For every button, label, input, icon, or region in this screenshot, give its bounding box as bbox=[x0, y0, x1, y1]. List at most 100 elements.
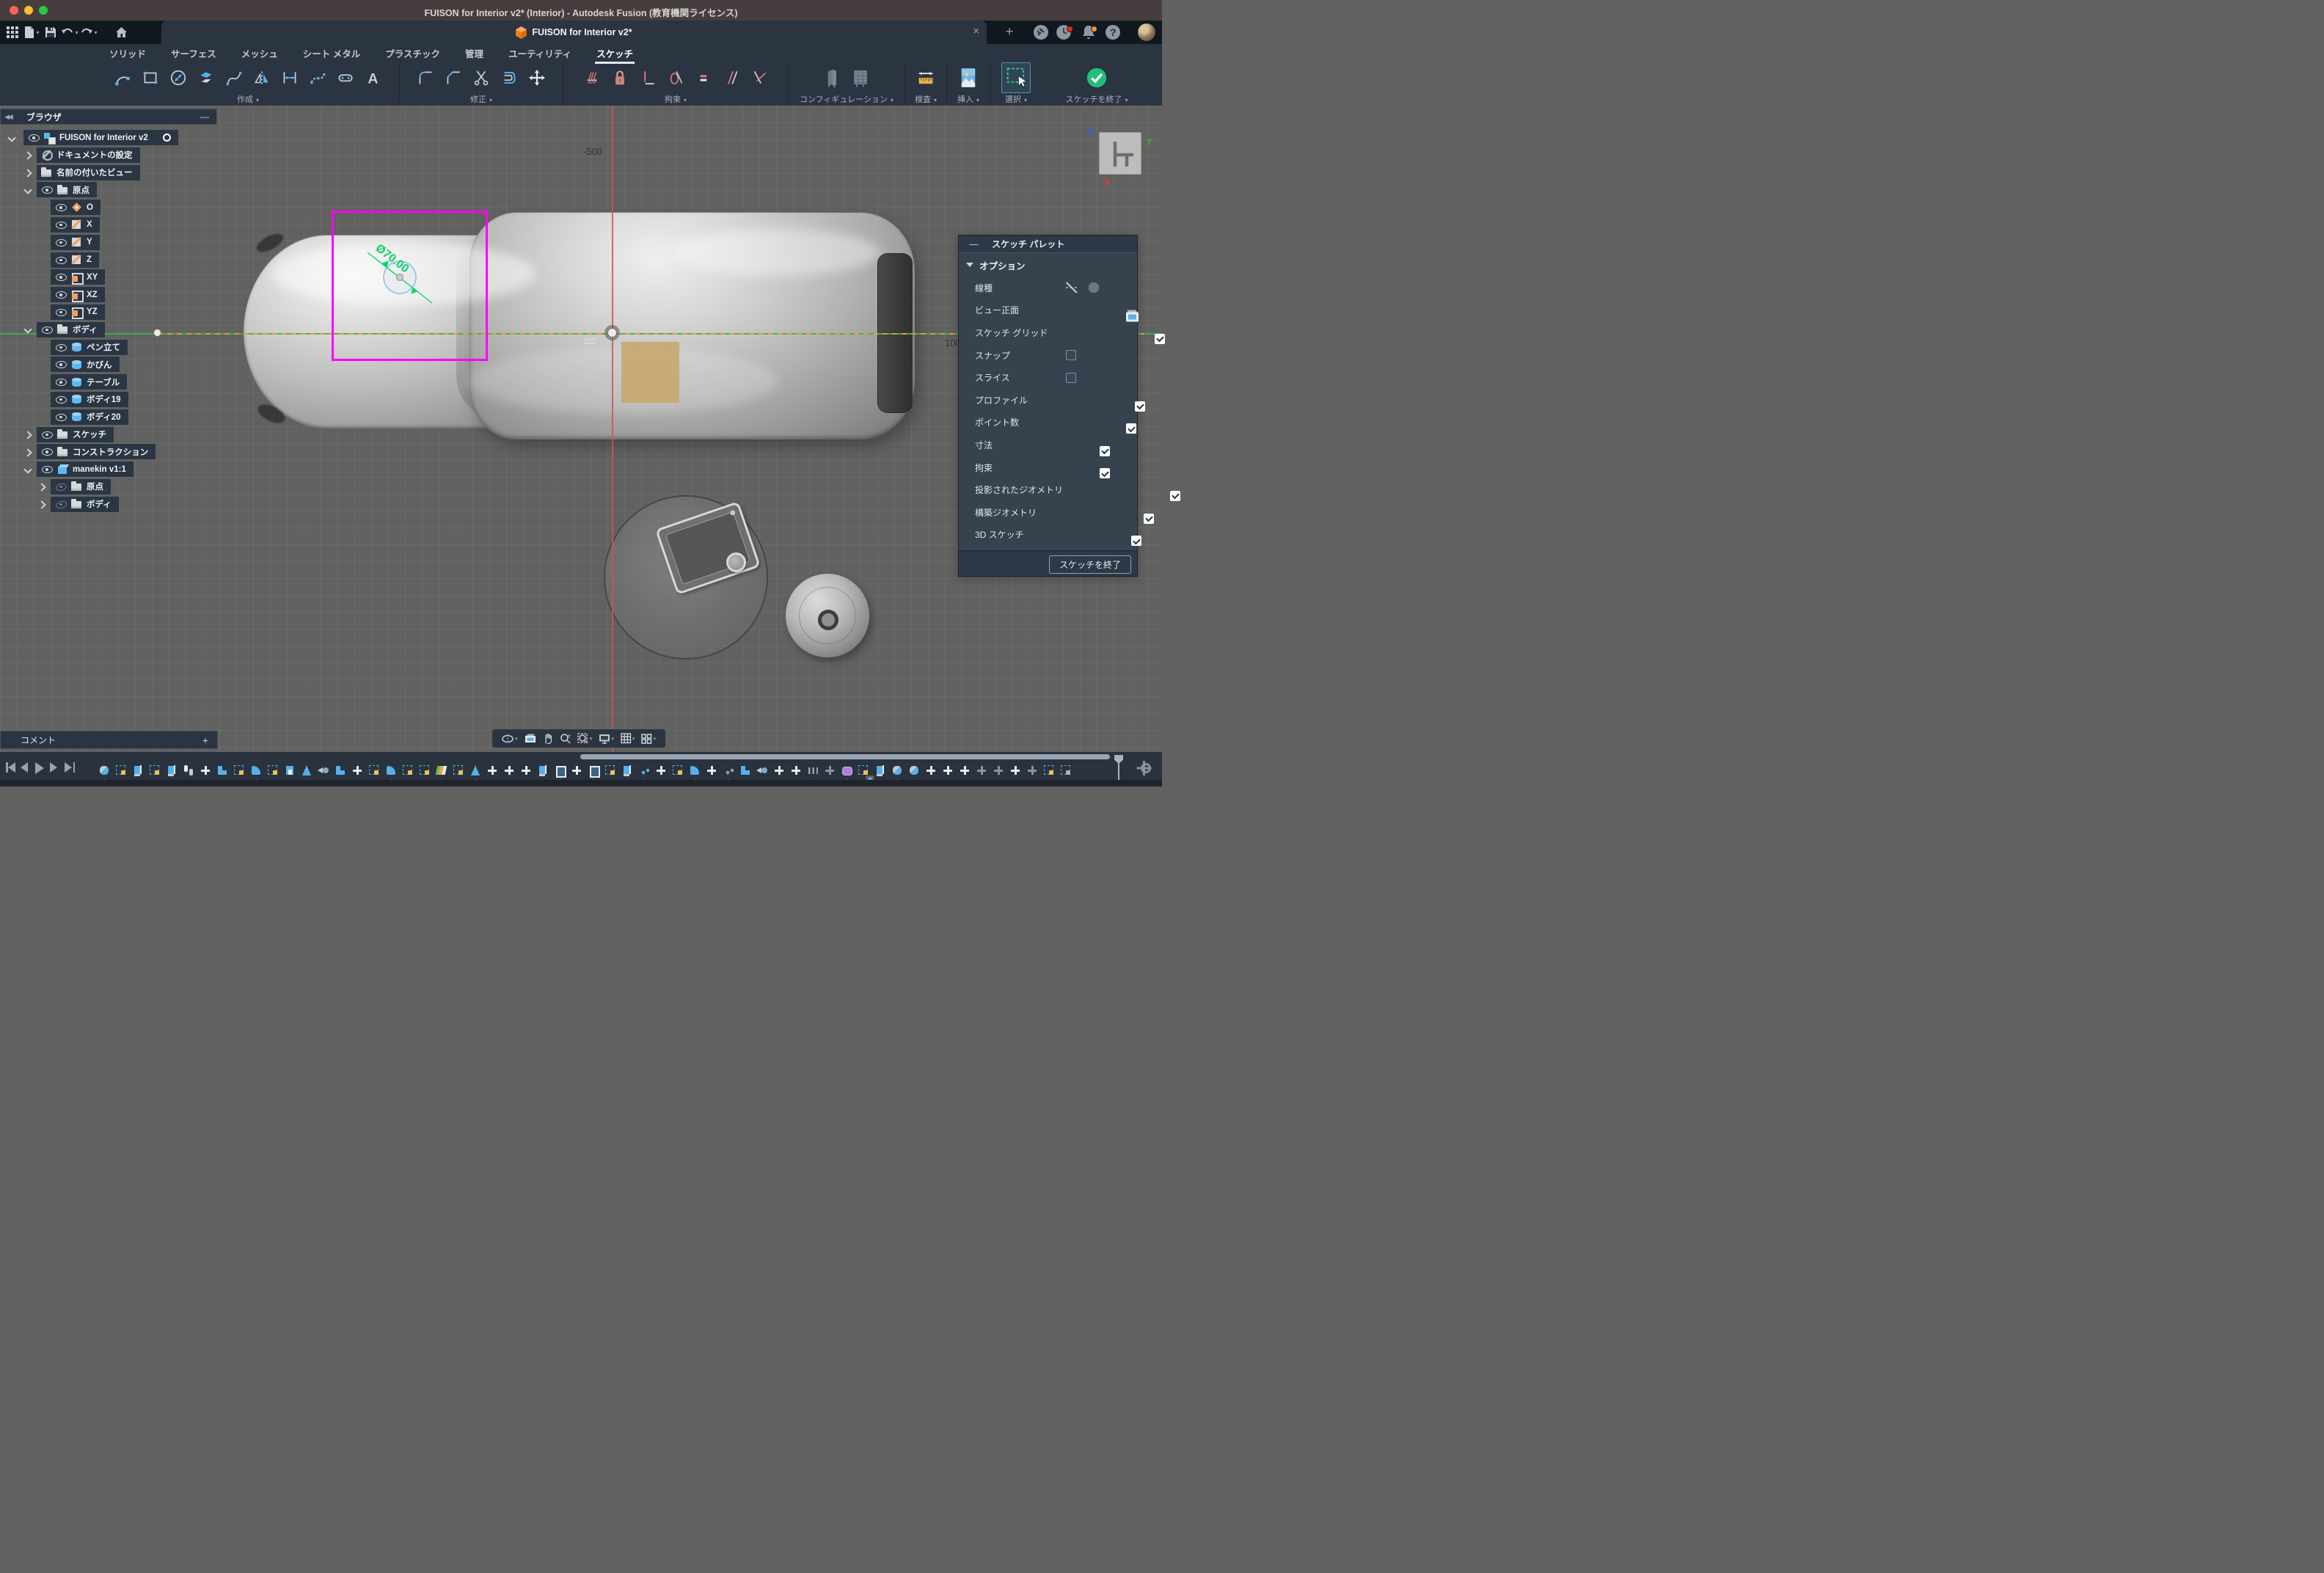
look-at-icon[interactable] bbox=[525, 734, 536, 743]
grid-display-caret[interactable]: ▾ bbox=[632, 736, 635, 742]
visibility-eye-icon[interactable] bbox=[55, 413, 67, 421]
select-group-label[interactable]: 選択 ▾ bbox=[1005, 93, 1027, 105]
option-control[interactable] bbox=[1126, 423, 1136, 434]
viewcube-x-axis-label[interactable]: X bbox=[1104, 176, 1111, 187]
timeline-feature-icon[interactable] bbox=[98, 764, 110, 776]
minimize-panel-icon[interactable]: — bbox=[200, 113, 209, 120]
expand-collapse-arrow[interactable] bbox=[39, 292, 45, 298]
option-control[interactable] bbox=[1126, 312, 1139, 321]
browser-tree-row[interactable]: Z bbox=[0, 252, 178, 268]
configuration-group-label[interactable]: コンフィギュレーション ▾ bbox=[800, 93, 894, 105]
equal-constraint-icon[interactable] bbox=[693, 65, 715, 90]
timeline-feature-icon[interactable] bbox=[841, 764, 852, 776]
browser-tree-row[interactable]: ペン立て bbox=[0, 340, 178, 355]
browser-tree-row[interactable]: O bbox=[0, 200, 178, 215]
timeline-feature-icon[interactable] bbox=[1026, 764, 1038, 776]
timeline-settings-gear-icon[interactable] bbox=[1139, 761, 1153, 775]
viewcube-y-axis-label[interactable]: Y bbox=[1146, 136, 1152, 147]
diameter-dimension[interactable]: Ø70.00 bbox=[334, 230, 451, 318]
finish-sketch-check-icon[interactable] bbox=[1086, 65, 1108, 90]
expand-collapse-arrow[interactable] bbox=[39, 344, 45, 350]
browser-tree-row[interactable]: YZ bbox=[0, 304, 178, 320]
ribbon-tab[interactable]: メッシュ bbox=[229, 46, 290, 60]
expand-collapse-arrow[interactable] bbox=[25, 467, 31, 472]
option-control[interactable] bbox=[1066, 373, 1076, 383]
option-control[interactable] bbox=[1131, 536, 1141, 546]
expand-collapse-arrow[interactable] bbox=[25, 449, 31, 455]
add-tab-icon[interactable]: + bbox=[1000, 23, 1019, 41]
timeline-feature-icon[interactable] bbox=[706, 764, 717, 776]
timeline-feature-icon[interactable] bbox=[284, 764, 296, 776]
text-tool-icon[interactable]: A bbox=[362, 65, 384, 90]
window-zoom-caret[interactable]: ▾ bbox=[590, 736, 593, 742]
timeline-feature-icon[interactable] bbox=[537, 764, 549, 776]
user-avatar[interactable] bbox=[1137, 23, 1156, 42]
timeline-feature-icon[interactable] bbox=[689, 764, 701, 776]
timeline-feature-icon[interactable] bbox=[790, 764, 802, 776]
notifications-bell-icon[interactable] bbox=[1079, 23, 1098, 41]
fix-constraint-icon[interactable] bbox=[581, 65, 603, 90]
insert-group-label[interactable]: 挿入 ▾ bbox=[957, 93, 979, 105]
timeline-scroll-track[interactable] bbox=[0, 780, 1162, 786]
step-back-button[interactable] bbox=[21, 762, 31, 773]
pen-holder-top-view[interactable] bbox=[726, 552, 746, 572]
expand-collapse-arrow[interactable] bbox=[39, 501, 45, 507]
visibility-eye-icon[interactable] bbox=[41, 186, 53, 194]
timeline-feature-icon[interactable] bbox=[908, 764, 920, 776]
timeline-feature-icon[interactable] bbox=[571, 764, 582, 776]
timeline-feature-icon[interactable] bbox=[301, 764, 313, 776]
viewports-icon[interactable]: ▾ bbox=[641, 734, 656, 744]
ribbon-tab[interactable]: サーフェス bbox=[158, 46, 229, 60]
timeline-feature-icon[interactable] bbox=[942, 764, 954, 776]
parallel-constraint-icon[interactable] bbox=[720, 65, 742, 90]
visibility-eye-icon[interactable] bbox=[41, 326, 53, 334]
ribbon-tab[interactable]: プラスチック bbox=[373, 46, 453, 60]
timeline-feature-icon[interactable] bbox=[267, 764, 279, 776]
visibility-eye-icon[interactable] bbox=[55, 378, 67, 386]
timeline-feature-icon[interactable] bbox=[993, 764, 1004, 776]
timeline-feature-icon[interactable] bbox=[891, 764, 903, 776]
redo-icon[interactable]: ▾ bbox=[79, 23, 98, 41]
viewcube-z-axis-label[interactable]: Z bbox=[1088, 126, 1094, 137]
ribbon-tab[interactable]: ユーティリティ bbox=[496, 46, 584, 60]
viewcube[interactable] bbox=[1099, 132, 1141, 175]
symmetry-constraint-icon[interactable] bbox=[748, 65, 770, 90]
create-group-label[interactable]: 作成 ▾ bbox=[237, 93, 259, 105]
timeline-feature-icon[interactable] bbox=[250, 764, 262, 776]
visibility-eye-icon[interactable] bbox=[55, 273, 67, 281]
slot-tool-icon[interactable] bbox=[335, 65, 357, 90]
browser-tree-row[interactable]: かびん bbox=[0, 357, 178, 372]
origin-sketch-point[interactable] bbox=[607, 328, 617, 337]
option-control[interactable] bbox=[1135, 401, 1145, 412]
option-control[interactable] bbox=[1170, 491, 1180, 501]
browser-tree-row[interactable]: ボディ bbox=[0, 322, 178, 337]
browser-tree-row[interactable]: コンストラクション bbox=[0, 444, 178, 459]
browser-tree-row[interactable]: ボディ20 bbox=[0, 409, 178, 425]
expand-collapse-arrow[interactable] bbox=[39, 274, 45, 280]
visibility-eye-icon[interactable] bbox=[28, 134, 40, 142]
insert-image-icon[interactable] bbox=[957, 65, 979, 90]
timeline-position-marker[interactable] bbox=[1114, 755, 1123, 780]
timeline-feature-icon[interactable] bbox=[925, 764, 937, 776]
timeline-feature-icon[interactable] bbox=[318, 764, 329, 776]
tangent-constraint-icon[interactable] bbox=[665, 65, 687, 90]
browser-tree-row[interactable]: テーブル bbox=[0, 374, 178, 390]
timeline-feature-icon[interactable] bbox=[351, 764, 363, 776]
browser-tree-row[interactable]: XY bbox=[0, 269, 178, 285]
trim-scissors-icon[interactable] bbox=[470, 65, 492, 90]
minimize-palette-icon[interactable]: — bbox=[969, 241, 979, 248]
expand-collapse-arrow[interactable] bbox=[39, 239, 45, 245]
expand-collapse-arrow[interactable] bbox=[25, 152, 31, 158]
expand-collapse-arrow[interactable] bbox=[9, 135, 15, 141]
viewports-caret[interactable]: ▾ bbox=[653, 736, 656, 742]
timeline-feature-icon[interactable] bbox=[149, 764, 161, 776]
visibility-eye-icon[interactable] bbox=[55, 308, 67, 316]
expand-collapse-arrow[interactable] bbox=[39, 205, 45, 211]
visibility-eye-icon[interactable] bbox=[55, 395, 67, 404]
timeline-feature-icon[interactable] bbox=[655, 764, 667, 776]
timeline-feature-icon[interactable] bbox=[976, 764, 987, 776]
browser-tree-row[interactable]: 原点 bbox=[0, 479, 178, 494]
expand-collapse-arrow[interactable] bbox=[39, 309, 45, 315]
data-panel-grid-icon[interactable] bbox=[3, 23, 22, 41]
project-geometry-icon[interactable] bbox=[195, 65, 217, 90]
